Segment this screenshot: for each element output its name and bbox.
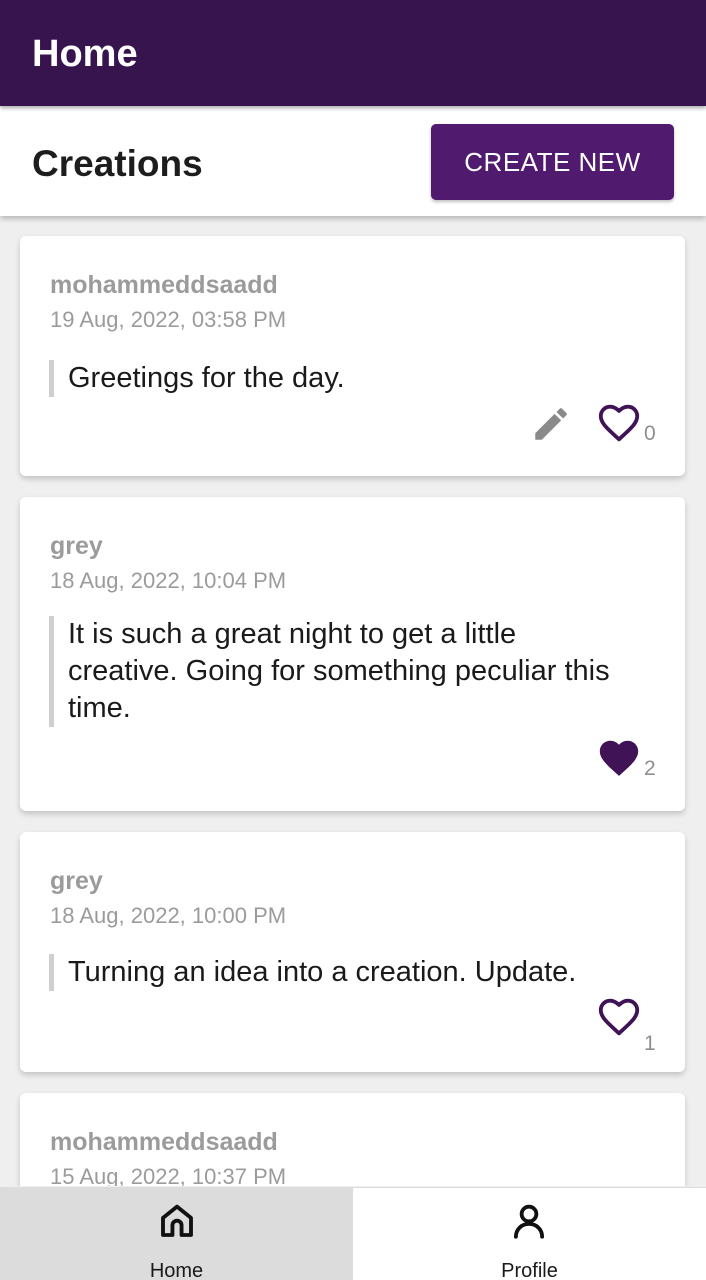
- post-date: 18 Aug, 2022, 10:04 PM: [50, 568, 287, 593]
- post-date: 19 Aug, 2022, 03:58 PM: [50, 307, 287, 332]
- edit-icon[interactable]: [530, 403, 572, 445]
- home-icon: [161, 1204, 193, 1237]
- nav-home[interactable]: Home: [0, 1188, 353, 1280]
- like-count: 0: [644, 422, 656, 445]
- heart-outline-icon[interactable]: [596, 994, 642, 1040]
- bottom-navigation: Home Profile: [0, 1187, 706, 1280]
- heart-outline-icon[interactable]: [596, 400, 642, 446]
- app-bar-title: Home: [32, 33, 138, 75]
- nav-profile-label: Profile: [501, 1260, 558, 1280]
- heart-filled-icon[interactable]: [596, 735, 642, 781]
- post-date: 18 Aug, 2022, 10:00 PM: [50, 903, 287, 928]
- post-text: Turning an idea into a creation. Update.: [49, 954, 629, 991]
- app-root: Home Creations CREATE NEW mohammeddsaadd…: [0, 0, 706, 1280]
- creations-feed[interactable]: mohammeddsaadd 19 Aug, 2022, 03:58 PM Gr…: [0, 216, 706, 1186]
- post-card: grey 18 Aug, 2022, 10:04 PM It is such a…: [20, 497, 685, 811]
- section-title: Creations: [32, 143, 203, 184]
- post-card: grey 18 Aug, 2022, 10:00 PM Turning an i…: [20, 832, 685, 1072]
- post-author: grey: [50, 532, 103, 560]
- post-text: It is such a great night to get a little…: [49, 616, 629, 727]
- create-new-button[interactable]: CREATE NEW: [431, 124, 674, 200]
- post-date: 15 Aug, 2022, 10:37 PM: [50, 1164, 287, 1186]
- like-count: 2: [644, 757, 656, 780]
- like-count: 1: [644, 1032, 656, 1055]
- post-author: mohammeddsaadd: [50, 271, 278, 299]
- post-card: mohammeddsaadd 15 Aug, 2022, 10:37 PM: [20, 1093, 685, 1186]
- nav-home-label: Home: [149, 1260, 204, 1280]
- post-text: Greetings for the day.: [49, 360, 629, 397]
- post-card: mohammeddsaadd 19 Aug, 2022, 03:58 PM Gr…: [20, 236, 685, 476]
- person-icon: [513, 1204, 545, 1239]
- nav-profile[interactable]: Profile: [353, 1188, 706, 1280]
- post-author: mohammeddsaadd: [50, 1128, 278, 1156]
- post-author: grey: [50, 867, 103, 895]
- app-bar: Home: [0, 0, 706, 106]
